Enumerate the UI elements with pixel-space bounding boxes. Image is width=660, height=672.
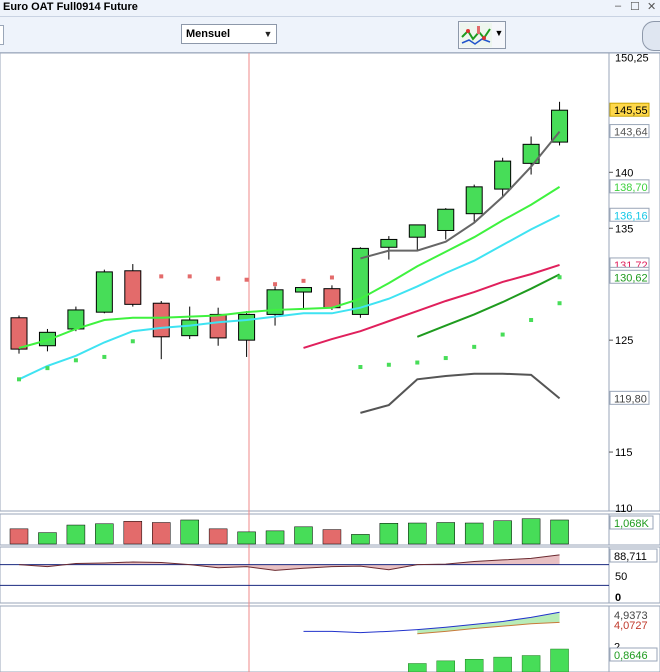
sar-dot	[557, 301, 562, 306]
volume-bar	[436, 522, 455, 545]
sar-dot	[443, 356, 448, 361]
candle-up	[494, 160, 512, 190]
candle-up	[465, 186, 483, 215]
sar-dot	[159, 274, 164, 279]
volume-bar	[9, 528, 29, 545]
candle-up	[238, 313, 256, 341]
rsi-panel	[0, 546, 610, 604]
volume-bar	[208, 528, 228, 545]
macd-hist-bar	[436, 660, 455, 672]
volume-bar	[38, 532, 57, 545]
volume-bar	[408, 522, 427, 545]
macd-hist-bar	[464, 658, 484, 672]
sar-dot	[386, 362, 391, 367]
macd-axis-value: 4,0727	[614, 620, 648, 632]
candle-up	[437, 208, 455, 231]
price-axis-tick: 110	[615, 503, 633, 515]
candle-down	[323, 288, 341, 309]
sar-dot	[17, 377, 21, 382]
volume-bar	[95, 523, 114, 545]
volume-bar	[493, 520, 512, 545]
candle-down	[152, 302, 170, 338]
macd-hist-bar	[521, 655, 541, 672]
volume-bar	[152, 522, 171, 545]
sar-dot	[415, 360, 420, 365]
volume-bar	[521, 518, 541, 545]
sar-dot	[557, 275, 562, 280]
candle-up	[408, 224, 426, 238]
price-badge: 119,80	[614, 393, 647, 405]
volume-bar	[265, 530, 285, 545]
price-axis-tick: 150,25	[615, 53, 649, 65]
volume-bar	[66, 524, 86, 545]
price-badge: 138,70	[614, 182, 648, 194]
candle-up	[95, 271, 113, 313]
sar-dot	[329, 275, 334, 280]
volume-value: 1,068K	[614, 518, 650, 530]
sar-dot	[73, 358, 78, 363]
candle-up	[67, 309, 85, 330]
sar-dot	[130, 339, 135, 344]
price-axis-tick: 135	[615, 223, 633, 235]
candle-up	[38, 331, 56, 347]
price-axis-tick: 125	[615, 335, 633, 347]
volume-bar	[464, 522, 484, 545]
volume-bar	[237, 531, 256, 545]
volume-bar	[322, 529, 342, 545]
candle-up	[181, 319, 199, 337]
price-badge: 136,16	[614, 210, 648, 222]
volume-bar	[294, 526, 313, 545]
sar-dot	[102, 354, 107, 359]
price-badge: 145,55	[614, 105, 648, 117]
price-axis-tick: 140	[615, 167, 633, 179]
volume-bar	[351, 534, 370, 545]
volume-bar	[379, 523, 399, 545]
volume-bar	[550, 519, 569, 545]
price-badge: 143,64	[614, 127, 648, 139]
sar-dot	[187, 274, 192, 279]
chart-area[interactable]: 150,25 140 135 125 115 110 145,55 143,64 138,70 1…	[0, 0, 660, 672]
sar-dot	[45, 366, 50, 371]
sar-dot	[500, 332, 505, 337]
rsi-tick: 50	[615, 571, 627, 583]
price-axis-tick: 115	[615, 447, 633, 459]
candle-down	[209, 313, 227, 339]
sar-dot	[273, 282, 278, 287]
sar-dot	[244, 277, 249, 282]
sar-dot	[216, 276, 221, 281]
candle-up	[295, 287, 312, 293]
macd-hist-bar	[493, 656, 512, 672]
macd-hist-bar	[408, 663, 427, 672]
sar-dot	[301, 278, 306, 283]
volume-bar	[123, 520, 143, 545]
candle-up	[380, 238, 398, 248]
price-badge: 130,62	[614, 272, 648, 284]
sar-dot	[472, 344, 477, 349]
rsi-tick: 0	[615, 592, 621, 604]
macd-axis-value: 0,8646	[614, 650, 648, 662]
candle-down	[10, 317, 28, 350]
macd-hist-bar	[550, 648, 569, 672]
candle-down	[124, 270, 142, 305]
rsi-value: 88,711	[614, 551, 647, 563]
sar-dot	[529, 318, 534, 323]
sar-dot	[358, 365, 363, 370]
volume-bar	[180, 519, 199, 545]
macd-panel	[0, 605, 610, 672]
